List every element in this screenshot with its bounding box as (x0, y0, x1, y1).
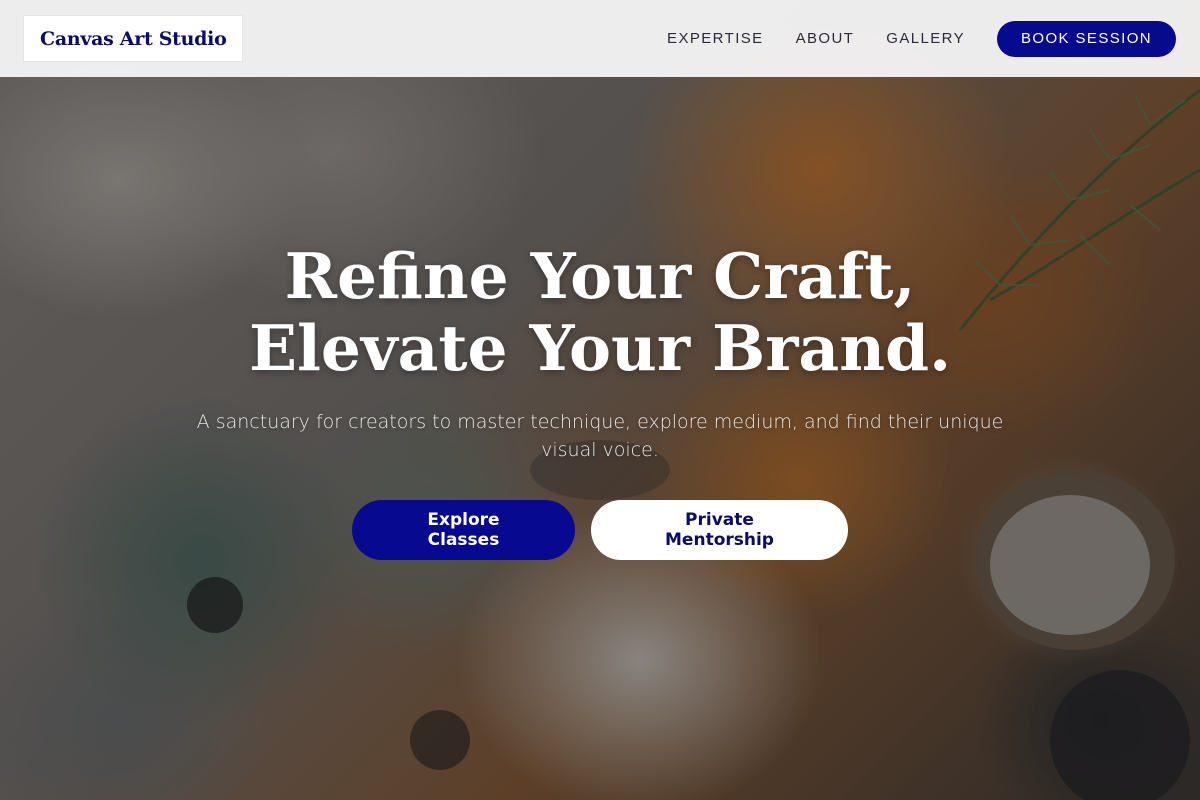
explore-classes-button[interactable]: Explore Classes (352, 500, 575, 560)
nav-link-gallery[interactable]: GALLERY (886, 30, 965, 47)
logo-text: Canvas Art Studio (40, 27, 227, 50)
main-nav: EXPERTISE ABOUT GALLERY BOOK SESSION (635, 20, 1176, 57)
hero-subtitle: A sanctuary for creators to master techn… (196, 411, 1004, 461)
hero-title: Refine Your Craft, Elevate Your Brand. (248, 239, 952, 385)
private-mentorship-button[interactable]: Private Mentorship (591, 500, 848, 560)
nav-link-expertise[interactable]: EXPERTISE (667, 30, 764, 47)
hero-section: Refine Your Craft, Elevate Your Brand. A… (0, 240, 1200, 560)
hero-buttons: Explore Classes Private Mentorship (352, 500, 848, 560)
logo[interactable]: Canvas Art Studio (24, 16, 243, 61)
site-header: Canvas Art Studio EXPERTISE ABOUT GALLER… (0, 0, 1200, 77)
book-session-button[interactable]: BOOK SESSION (997, 20, 1176, 57)
nav-link-about[interactable]: ABOUT (796, 30, 855, 47)
